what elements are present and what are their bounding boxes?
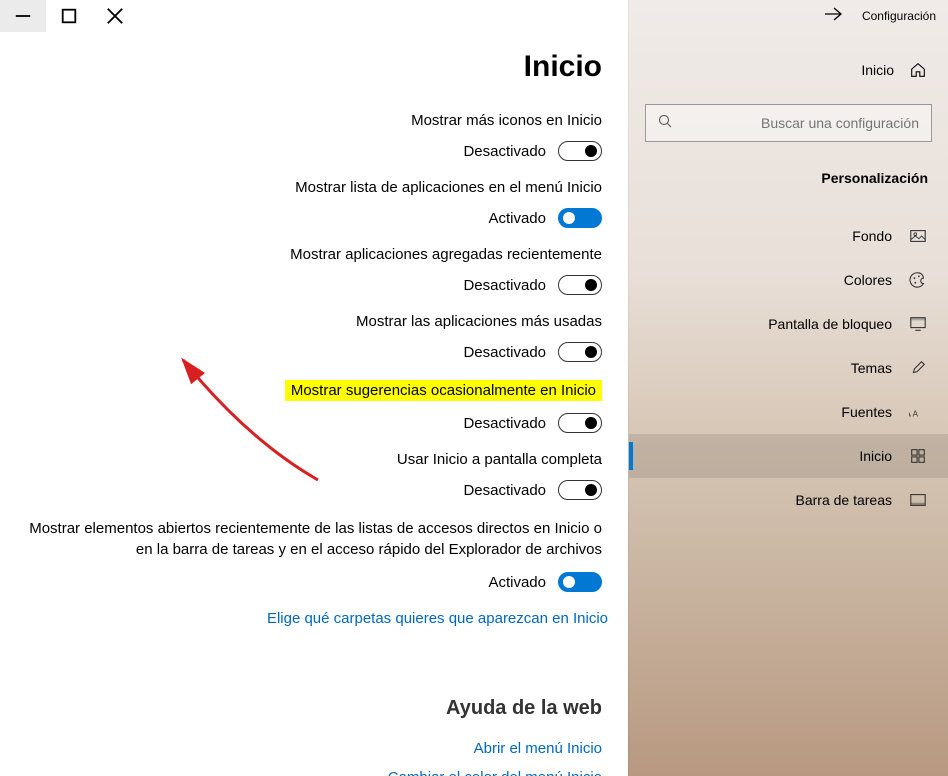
search-input[interactable] xyxy=(682,115,919,131)
sidebar-item-label: Colores xyxy=(844,272,892,288)
minimize-button[interactable] xyxy=(0,0,46,32)
setting-app-list: Mostrar lista de aplicaciones en el menú… xyxy=(20,179,608,228)
toggle-more-icons[interactable] xyxy=(558,141,602,161)
toggle-app-list[interactable] xyxy=(558,208,602,228)
toggle-most-used[interactable] xyxy=(558,342,602,362)
font-icon: AA xyxy=(908,402,928,422)
setting-suggestions: Mostrar sugerencias ocasionalmente en In… xyxy=(20,380,608,433)
sidebar-item-colores[interactable]: Colores xyxy=(629,258,948,302)
lock-screen-icon xyxy=(908,314,928,334)
setting-fullscreen: Usar Inicio a pantalla completa Desactiv… xyxy=(20,451,608,500)
setting-label-highlighted: Mostrar sugerencias ocasionalmente en In… xyxy=(285,380,602,401)
taskbar-icon xyxy=(908,490,928,510)
toggle-status: Activado xyxy=(488,210,546,227)
page-title: Inicio xyxy=(20,50,608,84)
sidebar-item-fuentes[interactable]: AA Fuentes xyxy=(629,390,948,434)
sidebar-item-label: Fuentes xyxy=(841,404,892,420)
sidebar: Inicio Personalización Fondo xyxy=(628,0,948,776)
sidebar-item-barra-tareas[interactable]: Barra de tareas xyxy=(629,478,948,522)
start-icon xyxy=(908,446,928,466)
toggle-recent-apps[interactable] xyxy=(558,275,602,295)
sidebar-item-fondo[interactable]: Fondo xyxy=(629,214,948,258)
search-icon xyxy=(658,114,672,133)
toggle-fullscreen[interactable] xyxy=(558,480,602,500)
svg-text:A: A xyxy=(913,410,919,419)
category-title: Personalización xyxy=(629,156,948,194)
sidebar-item-label: Barra de tareas xyxy=(796,492,893,508)
toggle-status: Desactivado xyxy=(463,415,546,432)
content-panel: Inicio Mostrar más iconos en Inicio Desa… xyxy=(0,0,628,776)
help-title: Ayuda de la web xyxy=(20,697,602,720)
toggle-status: Desactivado xyxy=(463,277,546,294)
brush-icon xyxy=(908,358,928,378)
toggle-suggestions[interactable] xyxy=(558,413,602,433)
setting-recent-apps: Mostrar aplicaciones agregadas recientem… xyxy=(20,246,608,295)
folder-link[interactable]: Elige qué carpetas quieres que aparezcan… xyxy=(20,610,608,627)
sidebar-item-label: Temas xyxy=(851,360,892,376)
sidebar-item-inicio[interactable]: Inicio xyxy=(629,434,948,478)
help-link-change-color[interactable]: Cambiar el color del menú Inicio xyxy=(20,769,602,776)
toggle-status: Desactivado xyxy=(463,344,546,361)
setting-label: Mostrar aplicaciones agregadas recientem… xyxy=(290,246,602,263)
sidebar-home-label: Inicio xyxy=(861,62,894,78)
app-title: Configuración xyxy=(862,9,936,23)
setting-most-used: Mostrar las aplicaciones más usadas Desa… xyxy=(20,313,608,362)
sidebar-item-pantalla-bloqueo[interactable]: Pantalla de bloqueo xyxy=(629,302,948,346)
setting-label: Mostrar elementos abiertos recientemente… xyxy=(20,518,602,560)
sidebar-home[interactable]: Inicio xyxy=(629,50,948,90)
back-button[interactable] xyxy=(816,3,850,30)
palette-icon xyxy=(908,270,928,290)
toggle-status: Desactivado xyxy=(463,143,546,160)
setting-more-icons: Mostrar más iconos en Inicio Desactivado xyxy=(20,112,608,161)
setting-label: Mostrar más iconos en Inicio xyxy=(411,112,602,129)
setting-recent-items: Mostrar elementos abiertos recientemente… xyxy=(20,518,608,592)
close-button[interactable] xyxy=(92,0,138,32)
maximize-button[interactable] xyxy=(46,0,92,32)
help-link-open-start[interactable]: Abrir el menú Inicio xyxy=(20,740,602,757)
sidebar-item-label: Inicio xyxy=(859,448,892,464)
toggle-recent-items[interactable] xyxy=(558,572,602,592)
setting-label: Mostrar lista de aplicaciones en el menú… xyxy=(295,179,602,196)
sidebar-item-label: Pantalla de bloqueo xyxy=(768,316,892,332)
setting-label: Mostrar las aplicaciones más usadas xyxy=(356,313,602,330)
setting-label: Usar Inicio a pantalla completa xyxy=(397,451,602,468)
toggle-status: Activado xyxy=(488,574,546,591)
svg-text:A: A xyxy=(909,407,911,420)
sidebar-item-temas[interactable]: Temas xyxy=(629,346,948,390)
image-icon xyxy=(908,226,928,246)
home-icon xyxy=(908,60,928,80)
search-box[interactable] xyxy=(645,104,932,142)
sidebar-item-label: Fondo xyxy=(852,228,892,244)
toggle-status: Desactivado xyxy=(463,482,546,499)
